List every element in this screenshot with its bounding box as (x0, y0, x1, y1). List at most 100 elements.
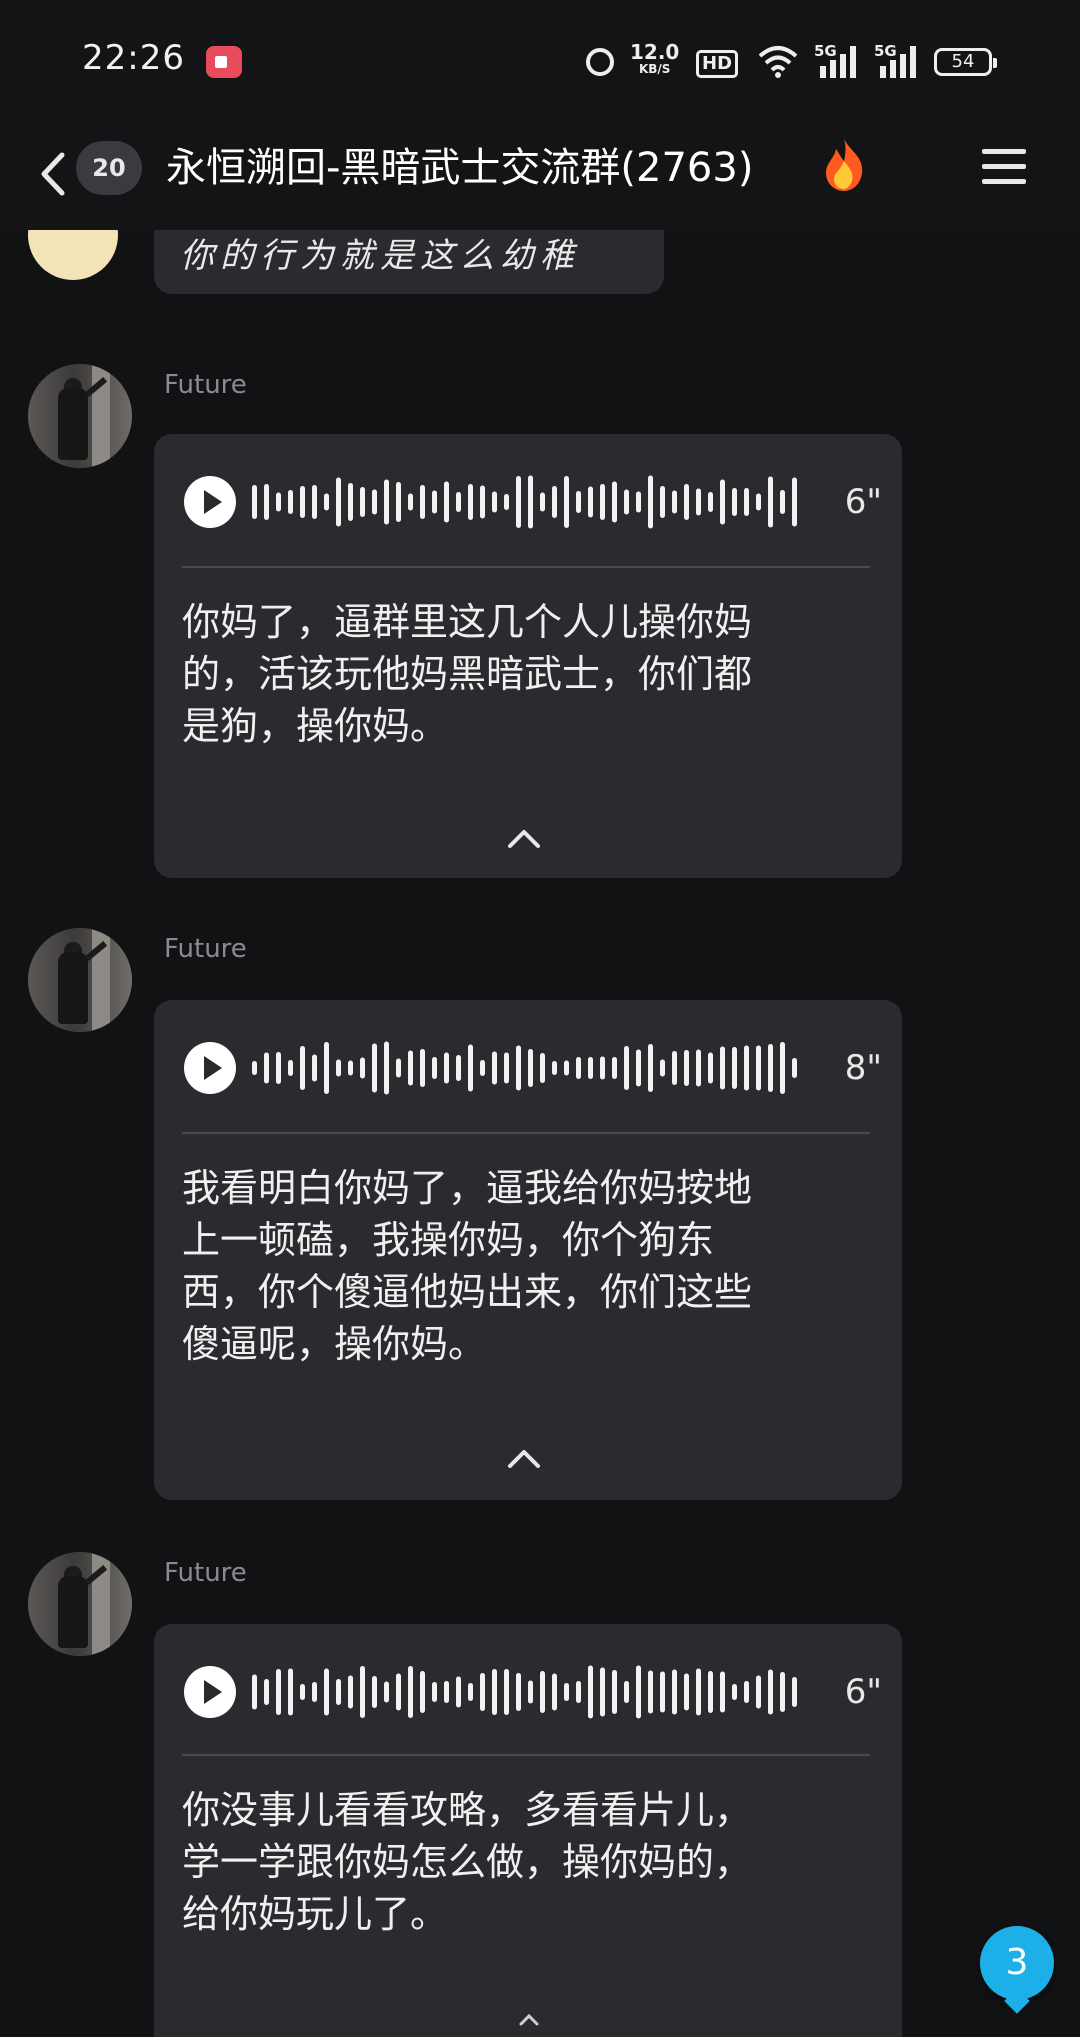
waveform-bar (384, 479, 389, 525)
waveform-bar (360, 1057, 365, 1079)
avatar[interactable] (28, 928, 132, 1032)
divider (182, 1132, 870, 1134)
menu-icon[interactable] (982, 147, 1026, 187)
avatar[interactable] (28, 364, 132, 468)
waveform-bar (576, 491, 581, 513)
waveform-bar (780, 490, 785, 514)
waveform-bar (384, 1681, 389, 1703)
waveform-bar (528, 475, 533, 529)
fire-icon (826, 139, 863, 191)
waveform-bar (672, 490, 677, 514)
waveform-bar (624, 489, 629, 515)
signal-icon-2: 5G (874, 42, 924, 78)
sender-name: Future (164, 934, 247, 964)
avatar[interactable] (28, 230, 118, 280)
waveform-bar (492, 491, 497, 513)
waveform-bar (420, 1049, 425, 1087)
waveform-bar (648, 1670, 653, 1714)
waveform-bar (432, 1682, 437, 1702)
waveform-bar (552, 1673, 557, 1711)
voice-message-bubble[interactable]: 6" 你妈了，逼群里这几个人儿操你妈 的，活该玩他妈黑暗武士，你们都 是狗，操你… (154, 434, 902, 878)
waveform-bar (516, 1045, 521, 1091)
chevron-up-icon[interactable] (518, 2012, 540, 2026)
waveform-bar (660, 1671, 665, 1713)
waveform-bar (696, 1049, 701, 1087)
waveform-bar (288, 1668, 293, 1716)
signal-icon-1: 5G (814, 42, 864, 78)
waveform-bar (792, 1058, 797, 1078)
voice-transcript: 你没事儿看看攻略，多看看片儿， 学一学跟你妈怎么做，操你妈的， 给你妈玩儿了。 (182, 1788, 753, 1936)
voice-transcript: 你妈了，逼群里这几个人儿操你妈 的，活该玩他妈黑暗武士，你们都 是狗，操你妈。 (182, 600, 753, 748)
waveform-bar (780, 1672, 785, 1712)
waveform-bar (408, 493, 413, 511)
waveform-bar (276, 1052, 281, 1084)
waveform-bar (480, 1673, 485, 1711)
voice-message-bubble[interactable]: 6" 你没事儿看看攻略，多看看片儿， 学一学跟你妈怎么做，操你妈的， 给你妈玩儿… (154, 1624, 902, 2037)
chat-title[interactable]: 永恒溯回-黑暗武士交流群(2763) (166, 141, 753, 195)
waveform-bar (552, 486, 557, 518)
waveform-bar (780, 1042, 785, 1094)
play-icon[interactable] (182, 1664, 238, 1720)
sender-name: Future (164, 370, 247, 400)
waveform-bar (588, 1057, 593, 1079)
waveform-bar (492, 1051, 497, 1085)
chat-header: 20 永恒溯回-黑暗武士交流群(2763) (0, 125, 1080, 230)
waveform-bar (792, 1677, 797, 1707)
waveform-bar (768, 1669, 773, 1715)
waveform-bar (456, 492, 461, 512)
waveform-bar (444, 1681, 449, 1703)
chevron-up-icon[interactable] (504, 1446, 544, 1470)
screen-record-icon (206, 46, 242, 78)
back-arrow-icon[interactable] (32, 151, 78, 197)
waveform-bar (696, 488, 701, 516)
waveform-bar (600, 1056, 605, 1080)
voice-duration: 6" (844, 1672, 882, 1712)
waveform-bar (408, 1050, 413, 1086)
hd-icon: HD (696, 50, 739, 78)
waveform-bar (744, 488, 749, 516)
waveform-bar (456, 1676, 461, 1708)
waveform-bar (360, 1666, 365, 1718)
waveform-bar (468, 1044, 473, 1092)
waveform-bar (720, 1671, 725, 1713)
waveform-bar (732, 1047, 737, 1089)
waveform-bar (348, 1060, 353, 1076)
waveform-bar (252, 1061, 257, 1075)
waveform-bar (708, 1671, 713, 1713)
play-icon[interactable] (182, 474, 238, 530)
waveform-bar (612, 1057, 617, 1079)
avatar[interactable] (28, 1552, 132, 1656)
waveform-bar (636, 491, 641, 513)
new-messages-badge[interactable]: 3 (980, 1926, 1054, 2000)
waveform-bar (756, 493, 761, 511)
waveform-bar (624, 1046, 629, 1090)
chevron-up-icon[interactable] (504, 826, 544, 850)
waveform-bar (792, 477, 797, 527)
waveform-bar (744, 1045, 749, 1091)
waveform-bar (744, 1681, 749, 1703)
waveform-bar (324, 1042, 329, 1094)
waveform-bar (252, 1674, 257, 1710)
waveform-bar (276, 1669, 281, 1715)
voice-message-bubble[interactable]: 8" 我看明白你妈了，逼我给你妈按地 上一顿磕，我操你妈，你个狗东 西，你个傻逼… (154, 1000, 902, 1500)
waveform-bar (444, 1052, 449, 1084)
play-icon[interactable] (182, 1040, 238, 1096)
divider (182, 1754, 870, 1756)
waveform-bar (444, 481, 449, 523)
waveform-bar (552, 1061, 557, 1075)
waveform-bar (396, 1058, 401, 1078)
waveform-bar (768, 476, 773, 528)
message-bubble[interactable]: 你的行为就是这么幼稚 (154, 230, 664, 294)
waveform-bar (504, 1669, 509, 1715)
message-text: 你的行为就是这么幼稚 (180, 236, 580, 276)
waveform-bar (312, 485, 317, 519)
waveform-bar (660, 1059, 665, 1077)
unread-count-badge[interactable]: 20 (76, 141, 142, 195)
waveform-bar (684, 1050, 689, 1086)
waveform-bar (696, 1668, 701, 1716)
waveform-bar (384, 1041, 389, 1095)
sender-name: Future (164, 1558, 247, 1588)
waveform-bar (504, 1052, 509, 1084)
waveform-bar (564, 1683, 569, 1701)
waveform-bar (540, 1053, 545, 1083)
